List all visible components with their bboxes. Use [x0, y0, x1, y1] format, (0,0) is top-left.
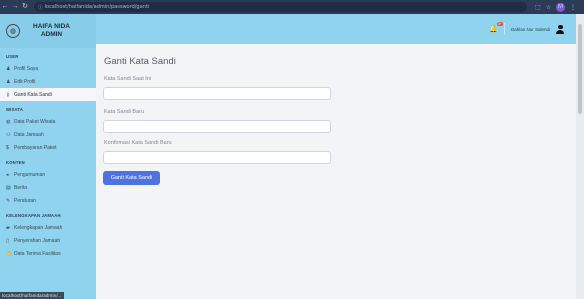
menu-dots-icon[interactable]: ⋮: [570, 4, 576, 11]
sidebar-item-ganti-kata-sandi[interactable]: ⚷ Ganti Kata Sandi: [0, 88, 96, 101]
change-password-button[interactable]: Ganti Kata Sandi: [103, 171, 160, 185]
browser-toolbar: ← → ↻ ⓘ localhost/haifanida/admin/passwo…: [0, 0, 584, 14]
sidebar-item-label: Penyerahan Jamaah: [14, 237, 61, 244]
sidebar-item-label: Pengumuman: [14, 171, 46, 178]
sidebar-item-pengumuman[interactable]: ◂ Pengumuman: [0, 168, 96, 181]
sidebar-heading: WISATA: [6, 107, 24, 112]
sidebar-heading: KELENGKAPAN JAMAAH: [6, 213, 61, 218]
notification-bell-icon[interactable]: 🔔 3+: [489, 22, 503, 33]
sidebar-item-label: Ganti Kata Sandi: [14, 91, 52, 98]
confirm-password-label: Konfirmasi Kata Sandi Baru: [104, 140, 172, 146]
topbar-divider: [503, 23, 505, 35]
profile-avatar[interactable]: M: [556, 2, 565, 12]
sidebar-item-data-terima-fasilitas[interactable]: ✋ Data Terima Fasilitas: [0, 247, 96, 260]
status-bar-url: localhost/haifanida/admin/...: [0, 292, 64, 299]
sidebar-item-edit-profil[interactable]: ♟ Edit Profil: [0, 75, 96, 88]
star-icon[interactable]: ☆: [546, 4, 551, 11]
sidebar-item-label: Edit Profil: [14, 78, 36, 85]
globe-icon: ◍: [6, 118, 11, 125]
doc-icon: ▯: [6, 237, 9, 244]
confirm-password-input[interactable]: [103, 151, 331, 164]
user-name[interactable]: Dahlan Nur Salendi: [511, 27, 550, 32]
sidebar-item-penyerahan-jamaah[interactable]: ▯ Penyerahan Jamaah: [0, 234, 96, 247]
sidebar-item-berita[interactable]: ▤ Berita: [0, 181, 96, 194]
sidebar-item-label: Peraturan: [14, 197, 36, 204]
sidebar-item-profil-saya[interactable]: ♟ Profil Saya: [0, 62, 96, 75]
user-edit-icon: ♟: [6, 78, 11, 85]
megaphone-icon: ◂: [6, 171, 9, 178]
sidebar-item-kelengkapan-jamaah[interactable]: ▰ Kelengkapan Jamaah: [0, 221, 96, 234]
page-scrollbar[interactable]: [576, 14, 584, 299]
forward-icon[interactable]: →: [10, 0, 20, 14]
reload-icon[interactable]: ↻: [20, 0, 30, 14]
notification-badge: 3+: [496, 22, 503, 26]
user-icon: ♟: [6, 65, 11, 72]
main-content: Ganti Kata Sandi Kata Sandi Saat Ini Kat…: [96, 44, 576, 299]
sidebar-item-label: Berita: [14, 184, 28, 191]
extension-icon[interactable]: ⬚: [535, 4, 541, 11]
sidebar: ◍ HAIFA NIDA ADMIN USER ♟ Profil Saya ♟ …: [0, 14, 96, 299]
key-icon: ⚷: [6, 91, 10, 98]
scrollbar-thumb[interactable]: [578, 24, 582, 114]
brand[interactable]: ◍ HAIFA NIDA ADMIN: [0, 14, 96, 48]
back-icon[interactable]: ←: [0, 0, 10, 14]
page-title: Ganti Kata Sandi: [104, 56, 176, 67]
address-text: localhost/haifanida/admin/password/ganti: [44, 4, 150, 10]
sidebar-item-data-jamaah[interactable]: ⚇ Data Jamaah: [0, 128, 96, 141]
sidebar-section-konten: KONTEN ◂ Pengumuman ▤ Berita ✎ Peraturan: [0, 154, 96, 207]
new-password-input[interactable]: [103, 120, 331, 133]
pen-icon: ✎: [6, 197, 11, 204]
info-icon: ⓘ: [38, 4, 45, 11]
address-bar[interactable]: ⓘ localhost/haifanida/admin/password/gan…: [34, 2, 527, 12]
user-avatar-icon[interactable]: [556, 24, 564, 34]
hand-icon: ✋: [6, 250, 13, 257]
current-password-label: Kata Sandi Saat Ini: [104, 76, 152, 82]
sidebar-item-label: Pembayaran Paket: [14, 144, 57, 151]
sidebar-heading: USER: [6, 54, 19, 59]
sidebar-item-peraturan[interactable]: ✎ Peraturan: [0, 194, 96, 207]
sidebar-item-label: Kelengkapan Jamaah: [14, 224, 63, 231]
users-icon: ⚇: [6, 131, 11, 138]
sidebar-item-data-paket-wisata[interactable]: ◍ Data Paket Wisata: [0, 115, 96, 128]
sidebar-item-label: Data Jamaah: [14, 131, 44, 138]
sidebar-section-kelengkapan: KELENGKAPAN JAMAAH ▰ Kelengkapan Jamaah …: [0, 207, 96, 260]
sidebar-section-wisata: WISATA ◍ Data Paket Wisata ⚇ Data Jamaah…: [0, 101, 96, 154]
sidebar-item-label: Data Paket Wisata: [14, 118, 56, 125]
new-password-label: Kata Sandi Baru: [104, 109, 145, 115]
briefcase-icon: ▰: [6, 224, 10, 231]
brand-title: HAIFA NIDA ADMIN: [33, 23, 70, 38]
newspaper-icon: ▤: [6, 184, 11, 191]
sidebar-item-pembayaran-paket[interactable]: $ Pembayaran Paket: [0, 141, 96, 154]
sidebar-section-user: USER ♟ Profil Saya ♟ Edit Profil ⚷ Ganti…: [0, 48, 96, 101]
sidebar-item-label: Data Terima Fasilitas: [14, 250, 61, 257]
sidebar-item-label: Profil Saya: [14, 65, 39, 72]
sidebar-heading: KONTEN: [6, 160, 25, 165]
current-password-input[interactable]: [103, 87, 331, 100]
topbar: 🔔 3+ Dahlan Nur Salendi: [96, 14, 576, 44]
globe-logo-icon: ◍: [6, 24, 20, 38]
money-icon: $: [6, 144, 9, 151]
